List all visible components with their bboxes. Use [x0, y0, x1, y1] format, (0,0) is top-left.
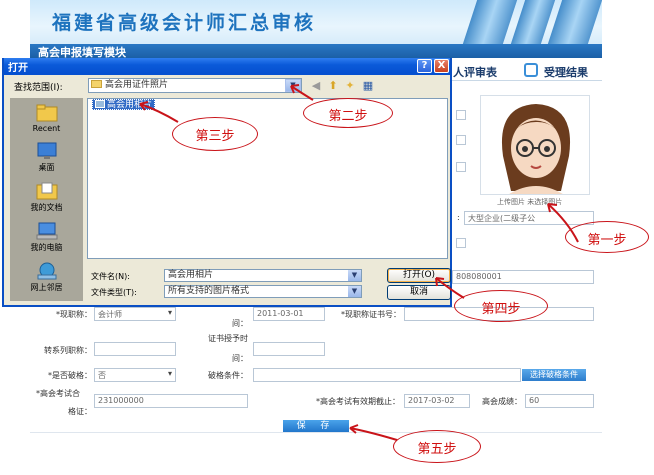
- step1-label: 第一步: [587, 233, 627, 248]
- step4-label: 第四步: [481, 302, 521, 317]
- annotation-arrows: [139, 84, 579, 441]
- step3-label: 第三步: [195, 129, 235, 144]
- step5-label: 第五步: [417, 442, 457, 457]
- step2-label: 第二步: [328, 109, 368, 124]
